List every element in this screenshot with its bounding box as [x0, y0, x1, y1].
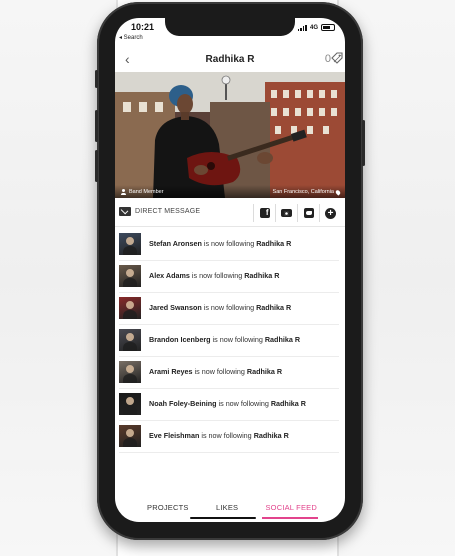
tab-social-feed[interactable]: SOCIAL FEED	[265, 503, 317, 512]
tag-icon[interactable]	[331, 52, 343, 67]
feed-item[interactable]: Alex Adams is now following Radhika R	[119, 261, 339, 293]
feed-item[interactable]: Brandon Icenberg is now following Radhik…	[119, 325, 339, 357]
power-button	[362, 120, 365, 166]
followed-name[interactable]: Radhika R	[256, 303, 291, 312]
notch	[165, 18, 295, 36]
direct-message-label: DIRECT MESSAGE	[135, 208, 201, 215]
feed-item-text: Alex Adams is now following Radhika R	[149, 261, 319, 291]
feed-verb: is now following	[194, 367, 245, 376]
followed-name[interactable]: Radhika R	[254, 431, 289, 440]
feed-item[interactable]: Jared Swanson is now following Radhika R	[119, 293, 339, 325]
feed-item-text: Jared Swanson is now following Radhika R	[149, 293, 319, 323]
avatar[interactable]	[119, 297, 141, 319]
feed-verb: is now following	[218, 399, 269, 408]
tab-projects[interactable]: PROJECTS	[147, 503, 189, 512]
battery-icon	[321, 24, 335, 31]
bottom-tabs: PROJECTS LIKES SOCIAL FEED	[115, 498, 345, 522]
active-tab-indicator	[262, 517, 318, 519]
followed-name[interactable]: Radhika R	[247, 367, 282, 376]
phone-screen: 10:21 ◂ Search 4G ‹ Radhika R 0 Band Mem…	[115, 18, 345, 522]
follower-name[interactable]: Jared Swanson	[149, 303, 202, 312]
avatar[interactable]	[119, 329, 141, 351]
avatar[interactable]	[119, 361, 141, 383]
follower-name[interactable]: Stefan Aronsen	[149, 239, 202, 248]
feed-verb: is now following	[191, 271, 243, 280]
followed-name[interactable]: Radhika R	[265, 335, 300, 344]
feed-item-text: Arami Reyes is now following Radhika R	[149, 357, 319, 387]
network-type: 4G	[309, 24, 318, 31]
feed-item[interactable]: Noah Foley-Beining is now following Radh…	[119, 389, 339, 421]
feed-verb: is now following	[203, 239, 255, 248]
feed-item[interactable]: Stefan Aronsen is now following Radhika …	[119, 229, 339, 261]
person-icon	[121, 189, 126, 195]
home-indicator	[190, 516, 256, 519]
tab-likes[interactable]: LIKES	[216, 503, 238, 512]
feed-verb: is now following	[212, 335, 263, 344]
status-back-to-search[interactable]: ◂ Search	[119, 34, 143, 41]
direct-message-button[interactable]: DIRECT MESSAGE	[119, 207, 200, 216]
avatar[interactable]	[119, 233, 141, 255]
location-label: San Francisco, California	[272, 189, 334, 195]
profile-cover-photo: Band Member San Francisco, California	[115, 72, 345, 198]
add-button[interactable]: +	[319, 204, 341, 222]
avatar[interactable]	[119, 393, 141, 415]
feed-verb: is now following	[201, 431, 252, 440]
social-feed-list: Stefan Aronsen is now following Radhika …	[115, 229, 345, 453]
status-indicators: 4G	[297, 24, 335, 31]
twitter-button[interactable]	[297, 204, 319, 222]
feed-item-text: Stefan Aronsen is now following Radhika …	[149, 229, 319, 259]
instagram-button[interactable]	[275, 204, 297, 222]
volume-up-button	[95, 110, 98, 142]
followed-name[interactable]: Radhika R	[271, 399, 306, 408]
follower-name[interactable]: Noah Foley-Beining	[149, 399, 217, 408]
camera-icon	[281, 209, 292, 217]
feed-item-text: Brandon Icenberg is now following Radhik…	[149, 325, 319, 355]
twitter-icon	[303, 208, 314, 218]
signal-icon	[297, 24, 307, 31]
volume-down-button	[95, 150, 98, 182]
location-pin-icon	[334, 188, 342, 196]
member-role: Band Member	[121, 189, 164, 195]
avatar[interactable]	[119, 265, 141, 287]
feed-item-text: Noah Foley-Beining is now following Radh…	[149, 389, 319, 419]
followed-name[interactable]: Radhika R	[244, 271, 279, 280]
envelope-icon	[119, 207, 131, 216]
follower-name[interactable]: Arami Reyes	[149, 367, 193, 376]
cover-meta: Band Member San Francisco, California	[115, 185, 345, 198]
facebook-icon: f	[259, 208, 270, 218]
feed-item-text: Eve Fleishman is now following Radhika R	[149, 421, 319, 451]
feed-item[interactable]: Arami Reyes is now following Radhika R	[119, 357, 339, 389]
mute-switch	[95, 70, 98, 88]
avatar[interactable]	[119, 425, 141, 447]
top-nav: ‹ Radhika R 0	[115, 50, 345, 70]
member-location: San Francisco, California	[272, 188, 342, 196]
facebook-button[interactable]: f	[253, 204, 275, 222]
status-time: 10:21	[131, 22, 155, 32]
follower-name[interactable]: Alex Adams	[149, 271, 190, 280]
follower-name[interactable]: Brandon Icenberg	[149, 335, 211, 344]
action-bar: DIRECT MESSAGE f +	[115, 200, 345, 227]
social-links: f +	[253, 204, 341, 222]
followed-name[interactable]: Radhika R	[256, 239, 291, 248]
member-role-label: Band Member	[129, 189, 164, 195]
page-title: Radhika R	[205, 54, 255, 65]
cover-photo-image	[115, 72, 345, 198]
plus-circle-icon: +	[325, 207, 336, 219]
follower-name[interactable]: Eve Fleishman	[149, 431, 199, 440]
feed-item[interactable]: Eve Fleishman is now following Radhika R	[119, 421, 339, 453]
feed-verb: is now following	[203, 303, 255, 312]
